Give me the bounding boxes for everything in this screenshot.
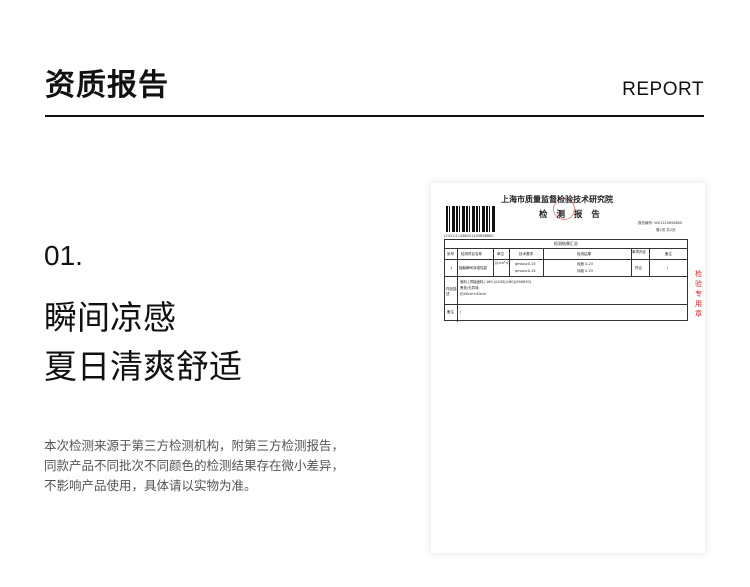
section-number: 01.	[44, 240, 83, 271]
barcode	[446, 206, 496, 232]
table-rule	[457, 276, 458, 322]
description: 本次检测来源于第三方检测机构，附第三方检测报告， 同款产品不同批次不同颜色的检测…	[44, 436, 344, 496]
sample-label: 样品描述	[446, 287, 457, 296]
table-cell: qmax≥0.15	[515, 269, 536, 273]
table-header: 检测结果	[577, 252, 591, 256]
table-cell: 纬面 0.23	[577, 269, 593, 273]
table-caption: 检测结果汇总	[554, 241, 578, 246]
page-title-en: REPORT	[622, 79, 704, 100]
remark-value: /	[460, 310, 462, 314]
table-rule	[445, 248, 687, 249]
table-cell: 符合	[635, 266, 642, 270]
table-cell: 接触瞬间凉感性能	[459, 266, 487, 270]
table-header: 单位	[497, 252, 504, 256]
table-header: 序号	[447, 252, 454, 256]
table-rule	[649, 248, 650, 276]
table-cell: qmax≥0.15	[515, 262, 536, 266]
description-line-3: 不影响产品使用，具体请以实物为准。	[44, 478, 257, 493]
table-header: 备注	[665, 252, 672, 256]
table-cell: J/(cm²·s)	[495, 261, 510, 265]
table-rule	[543, 248, 544, 276]
page-number: 第2页 共2页	[656, 228, 676, 232]
table-header: 检测项目名称	[461, 252, 482, 256]
table-cell: /	[667, 266, 669, 270]
page-title: 资质报告	[45, 68, 169, 103]
table-rule	[445, 304, 687, 305]
table-cell: 经面 0.23	[577, 262, 593, 266]
test-report-image: (2021)11288201105898800 上海市质量监督检验技术研究院 检…	[431, 183, 705, 553]
table-header: 技术要求	[519, 252, 533, 256]
description-line-1: 本次检测来源于第三方检测机构，附第三方检测报告，	[44, 438, 345, 453]
report-number: 报告编号: W01220898800	[638, 221, 683, 225]
table-rule	[445, 276, 687, 277]
description-line-2: 同款产品不同批次不同颜色的检测结果存在微小差异，	[44, 458, 345, 473]
remark-label: 备注	[447, 310, 454, 314]
table-header: 单项判定	[632, 250, 646, 254]
barcode-number: (2021)11288201105898800	[444, 234, 494, 238]
report-institute: 上海市质量监督检验技术研究院	[501, 195, 613, 204]
table-rule	[445, 259, 687, 260]
report-subtitle: 检 测 报 告	[539, 210, 603, 220]
sample-line: 面料 (拼接面料) 160-(0430)(160)(590630)	[460, 280, 532, 284]
side-stamp: 检验专用章	[695, 270, 702, 318]
table-cell: 1	[450, 266, 453, 270]
results-table: 检测结果汇总 序号 检测项目名称 单位 技术要求 检测结果 单项判定 备注 1 …	[444, 239, 688, 322]
sample-line: 黑色/无异味	[460, 286, 479, 290]
table-rule	[493, 248, 494, 276]
header-divider	[45, 115, 704, 117]
sample-line: 约40cm×40cm	[460, 292, 487, 296]
table-rule	[457, 248, 458, 276]
headline-line-2: 夏日清爽舒适	[44, 347, 242, 386]
headline-line-1: 瞬间凉感	[44, 298, 176, 337]
